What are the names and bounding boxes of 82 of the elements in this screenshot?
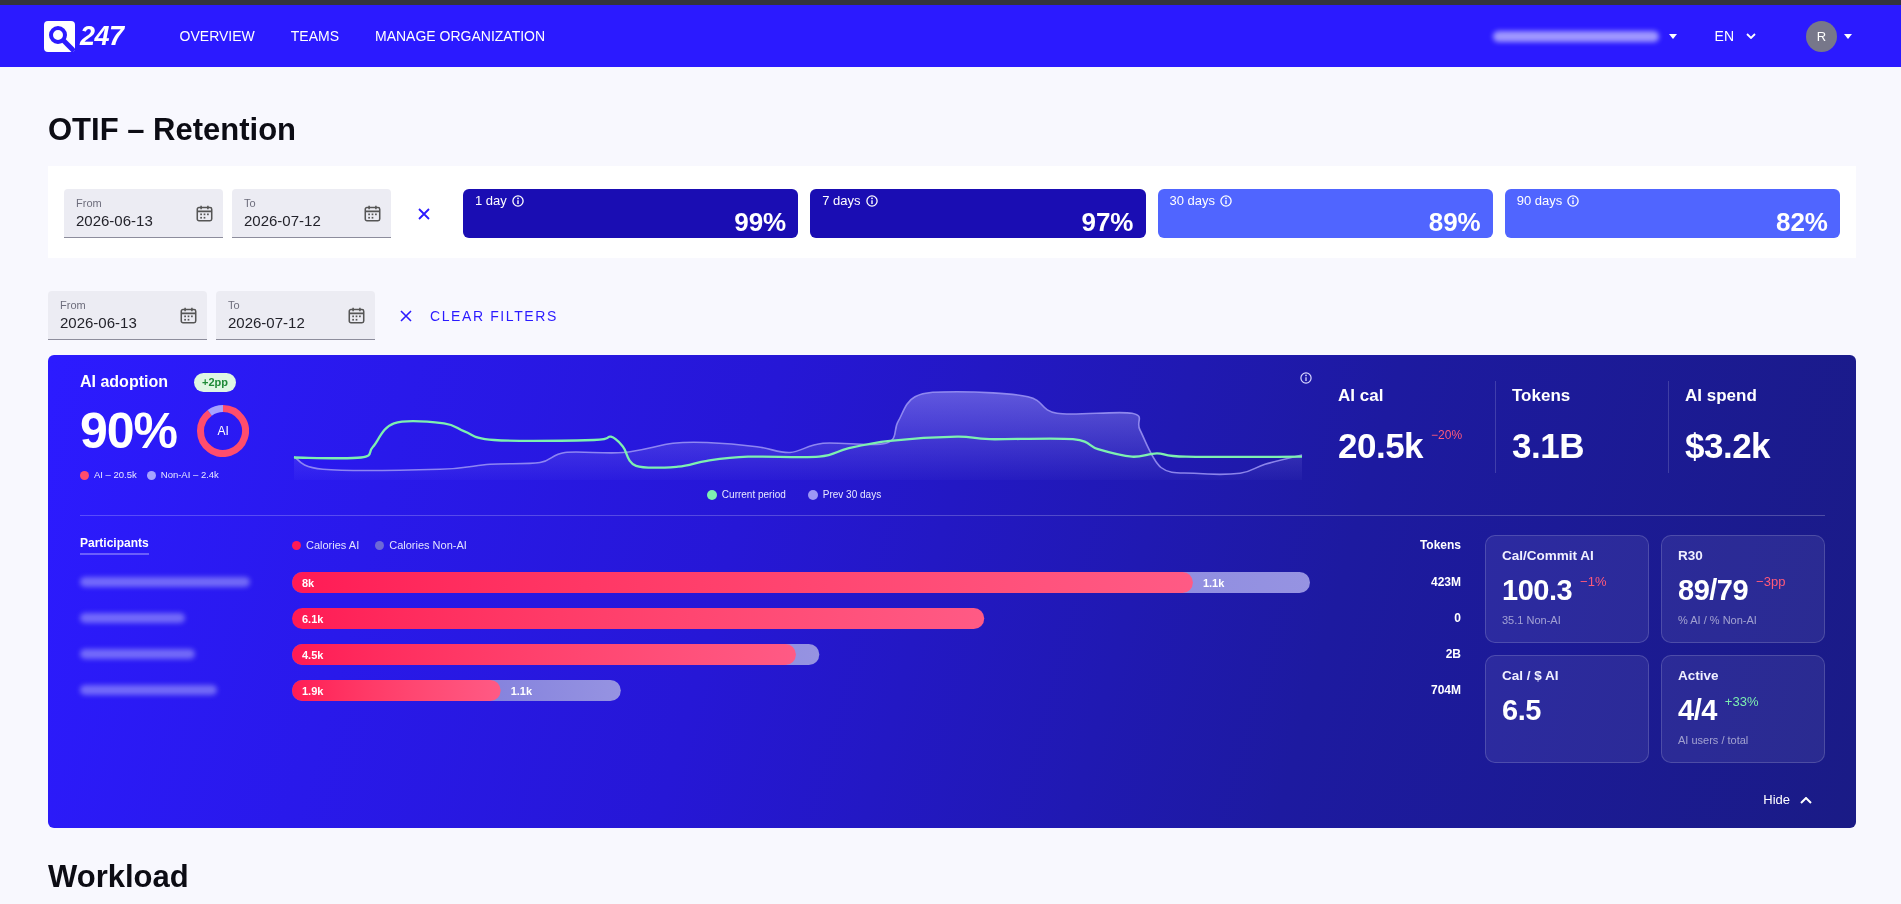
percentage-value: 82%: [1775, 209, 1828, 235]
metric-caption: 35.1 Non-AI: [1502, 613, 1561, 627]
close-icon: [418, 207, 430, 220]
info-icon: [511, 195, 524, 207]
metric-value: 6.5: [1502, 693, 1541, 727]
legend-label: Calories Non-AI: [389, 539, 467, 551]
bar-value-label: 8k: [302, 576, 315, 589]
token-count: 423M: [1430, 575, 1461, 589]
metric-label: Active: [1678, 667, 1719, 685]
avatar[interactable]: R: [1806, 20, 1837, 52]
logo-text: 247: [80, 20, 124, 52]
non-ai-share-arc: [207, 405, 224, 416]
stat-value: 3.1B: [1512, 426, 1584, 466]
legend-label: Prev 30 days: [822, 488, 882, 502]
metric-value: 89/79: [1678, 573, 1749, 607]
stat-label: AI cal: [1338, 386, 1384, 406]
section-heading: Workload: [48, 858, 190, 896]
period-label: 1 day: [475, 193, 507, 209]
nav-link[interactable]: MANAGE ORGANIZATION: [375, 27, 546, 45]
caret-down-icon: [1844, 33, 1852, 39]
nav-link[interactable]: OVERVIEW: [179, 27, 255, 45]
info-icon: [1220, 195, 1233, 207]
hide-button[interactable]: Hide: [1763, 790, 1812, 810]
date-field[interactable]: From 2026-06-13: [64, 189, 223, 238]
nav-link[interactable]: TEAMS: [290, 27, 339, 45]
metric-label: Cal / $ AI: [1502, 667, 1559, 685]
bar-value-label: 1.1k: [1202, 576, 1225, 589]
donut-label: AI: [217, 424, 229, 438]
participants-title: Participants: [80, 535, 149, 555]
info-icon: [1567, 195, 1580, 207]
clear-filters-button[interactable]: CLEAR FILTERS: [400, 305, 558, 326]
info-icon: [1300, 372, 1312, 384]
change-value: −3pp: [1756, 574, 1786, 590]
period-label: 7 days: [822, 193, 861, 209]
chevron-up-icon: [1800, 796, 1812, 804]
metric-value: 100.3: [1502, 573, 1573, 607]
legend-label: AI – 20.5k: [94, 469, 137, 481]
chevron-down-icon: [1746, 33, 1756, 39]
legend-label: Calories AI: [306, 539, 360, 551]
token-count: 0: [1454, 611, 1461, 625]
calendar-icon: [364, 204, 381, 222]
calendar-icon: [348, 306, 365, 324]
metric-caption: % AI / % Non-AI: [1678, 613, 1757, 627]
metric-caption: AI users / total: [1678, 733, 1749, 747]
bar-value-label: 1.9k: [302, 684, 324, 697]
period-label: 90 days: [1516, 193, 1563, 209]
change-value: −1%: [1580, 574, 1607, 590]
percentage-value: 89%: [1428, 209, 1481, 235]
token-count: 2B: [1445, 647, 1461, 661]
percentage-value: 99%: [734, 209, 787, 235]
date-field[interactable]: To 2026-07-12: [232, 189, 391, 238]
calendar-icon: [196, 204, 213, 222]
stat-value: 20.5k: [1338, 426, 1424, 466]
caret-down-icon: [1668, 33, 1677, 39]
stat-value: $3.2k: [1685, 426, 1771, 466]
logo-icon: [44, 20, 75, 52]
page-title: OTIF – Retention: [48, 111, 297, 149]
stat-label: Tokens: [1512, 386, 1571, 406]
date-field[interactable]: To 2026-07-12: [216, 291, 375, 340]
bar-value-label: 6.1k: [302, 612, 324, 625]
percentage-value: 97%: [1081, 209, 1134, 235]
column-header: Tokens: [1419, 538, 1461, 552]
adoption-value: 90%: [80, 405, 178, 457]
change-badge: +2pp: [194, 372, 236, 392]
date-field[interactable]: From 2026-06-13: [48, 291, 207, 340]
calendar-icon: [180, 306, 197, 324]
bar-value-label: 4.5k: [302, 648, 324, 661]
metric-label: R30: [1678, 547, 1703, 565]
metric-label: Cal/Commit AI: [1502, 547, 1594, 565]
info-icon: [865, 195, 878, 207]
close-icon: [400, 309, 412, 322]
bar-value-label: 1.1k: [510, 684, 533, 697]
token-count: 704M: [1430, 683, 1461, 697]
change-value: +33%: [1724, 694, 1759, 710]
metric-value: 4/4: [1678, 693, 1717, 727]
section-title: AI adoption: [80, 372, 168, 392]
legend-label: Current period: [721, 488, 786, 502]
legend-label: Non-AI – 2.4k: [160, 469, 219, 481]
change-value: −20%: [1431, 427, 1463, 443]
period-label: 30 days: [1169, 193, 1216, 209]
stat-label: AI spend: [1685, 386, 1757, 406]
language-selector[interactable]: EN: [1714, 27, 1756, 45]
